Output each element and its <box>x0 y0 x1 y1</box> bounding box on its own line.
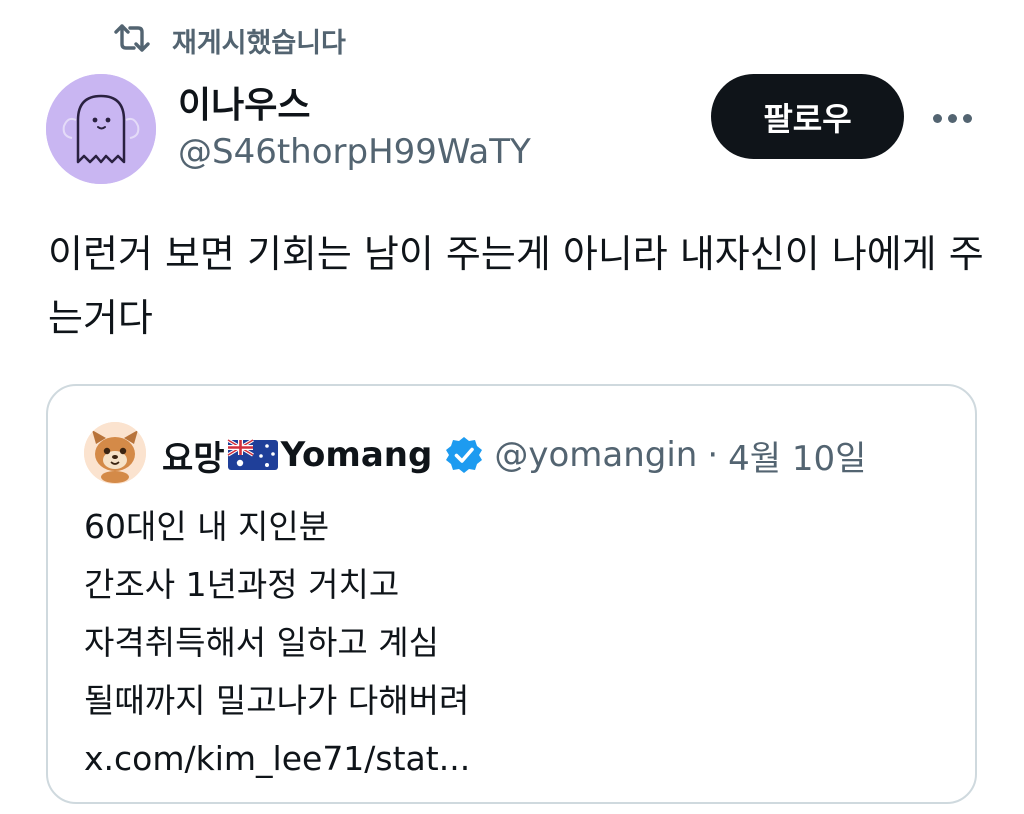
repost-label: 재게시했습니다 <box>172 27 346 59</box>
quoted-author-name[interactable]: 요망 <box>162 431 225 480</box>
quoted-line: 간조사 1년과정 거치고 <box>84 565 400 604</box>
quoted-author-handle[interactable]: @yomangin <box>494 435 697 475</box>
quoted-line: 자격취득해서 일하고 계심 <box>84 623 439 662</box>
ghost-avatar-icon <box>46 74 156 184</box>
quoted-author-avatar[interactable] <box>84 422 146 484</box>
quoted-author-name-suffix[interactable]: Yomang <box>281 435 433 475</box>
repost-icon <box>112 22 152 58</box>
australia-flag-icon <box>226 438 279 472</box>
follow-button[interactable]: 팔로우 <box>711 74 904 159</box>
author-avatar[interactable] <box>46 74 156 184</box>
tweet-container: 재게시했습니다 이나우스 @S46thorpH99WaTY 팔로우 이런거 보면… <box>0 0 1024 814</box>
quoted-tweet-card[interactable]: 요망 Yomang @yomangin · 4월 10일 60대인 내 지인분 … <box>46 384 977 804</box>
header-separator: · <box>707 435 719 475</box>
repost-indicator[interactable]: 재게시했습니다 <box>112 18 346 62</box>
tweet-text: 이런거 보면 기회는 남이 주는게 아니라 내자신이 나에게 주는거다 <box>48 232 984 340</box>
quoted-line: 60대인 내 지인분 <box>84 507 330 546</box>
author-handle[interactable]: @S46thorpH99WaTY <box>178 132 531 172</box>
quoted-tweet-date[interactable]: 4월 10일 <box>728 431 866 480</box>
quoted-tweet-body: 60대인 내 지인분 간조사 1년과정 거치고 자격취득해서 일하고 계심 될때… <box>84 498 944 788</box>
quoted-tweet-header: 요망 Yomang @yomangin · 4월 10일 <box>162 430 866 480</box>
verified-badge-icon <box>444 435 484 475</box>
quoted-line: 될때까지 밀고나가 다해버려 <box>84 681 470 720</box>
more-icon[interactable] <box>926 96 978 140</box>
dog-avatar-icon <box>84 422 146 484</box>
quoted-link[interactable]: x.com/kim_lee71/stat... <box>84 730 944 788</box>
author-display-name[interactable]: 이나우스 <box>178 76 310 128</box>
